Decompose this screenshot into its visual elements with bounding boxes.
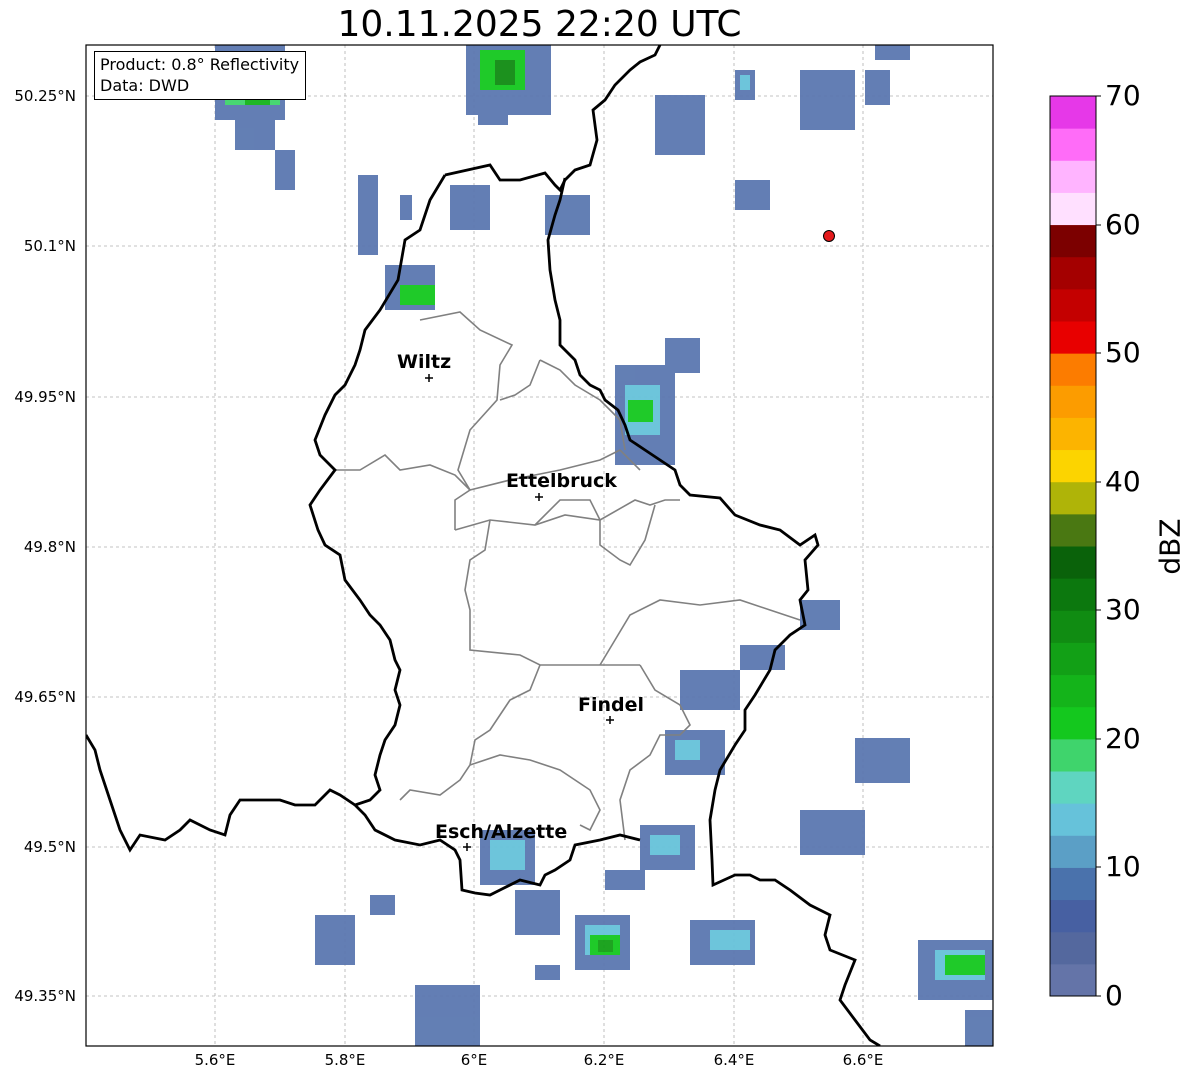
colorbar-swatch bbox=[1050, 738, 1096, 772]
colorbar-swatch bbox=[1050, 867, 1096, 901]
colorbar-swatch bbox=[1050, 449, 1096, 483]
colorbar-tick: 70 bbox=[1105, 79, 1141, 112]
colorbar-tick: 40 bbox=[1105, 465, 1141, 498]
colorbar-swatch bbox=[1050, 899, 1096, 933]
colorbar bbox=[1049, 95, 1101, 997]
colorbar-swatch bbox=[1050, 417, 1096, 451]
colorbar-swatch bbox=[1050, 674, 1096, 708]
colorbar-tick-marks bbox=[1096, 95, 1101, 997]
colorbar-tick: 0 bbox=[1105, 979, 1123, 1012]
colorbar-swatches bbox=[1050, 96, 1096, 997]
colorbar-swatch bbox=[1050, 160, 1096, 193]
colorbar-swatch bbox=[1050, 513, 1096, 547]
colorbar-swatch bbox=[1050, 771, 1096, 804]
colorbar-tick: 50 bbox=[1105, 336, 1141, 369]
colorbar-swatch bbox=[1050, 481, 1096, 515]
colorbar-swatch bbox=[1050, 963, 1096, 997]
colorbar-tick: 20 bbox=[1105, 722, 1141, 755]
colorbar-swatch bbox=[1050, 610, 1096, 643]
colorbar-swatch bbox=[1050, 224, 1096, 258]
colorbar-swatch bbox=[1050, 96, 1096, 129]
colorbar-label: dBZ bbox=[1153, 518, 1184, 575]
colorbar-swatch bbox=[1050, 931, 1096, 965]
colorbar-swatch bbox=[1050, 353, 1096, 386]
colorbar-swatch bbox=[1050, 321, 1096, 354]
colorbar-swatch bbox=[1050, 192, 1096, 226]
colorbar-tick: 30 bbox=[1105, 593, 1141, 626]
colorbar-swatch bbox=[1050, 578, 1096, 611]
colorbar-tick: 60 bbox=[1105, 208, 1141, 241]
colorbar-swatch bbox=[1050, 385, 1096, 418]
colorbar-swatch bbox=[1050, 546, 1096, 579]
colorbar-swatch bbox=[1050, 835, 1096, 868]
colorbar-swatch bbox=[1050, 128, 1096, 161]
colorbar-swatch bbox=[1050, 803, 1096, 836]
colorbar-swatch bbox=[1050, 706, 1096, 740]
colorbar-tick: 10 bbox=[1105, 850, 1141, 883]
colorbar-swatch bbox=[1050, 642, 1096, 676]
colorbar-swatch bbox=[1050, 288, 1096, 322]
colorbar-swatch bbox=[1050, 256, 1096, 290]
